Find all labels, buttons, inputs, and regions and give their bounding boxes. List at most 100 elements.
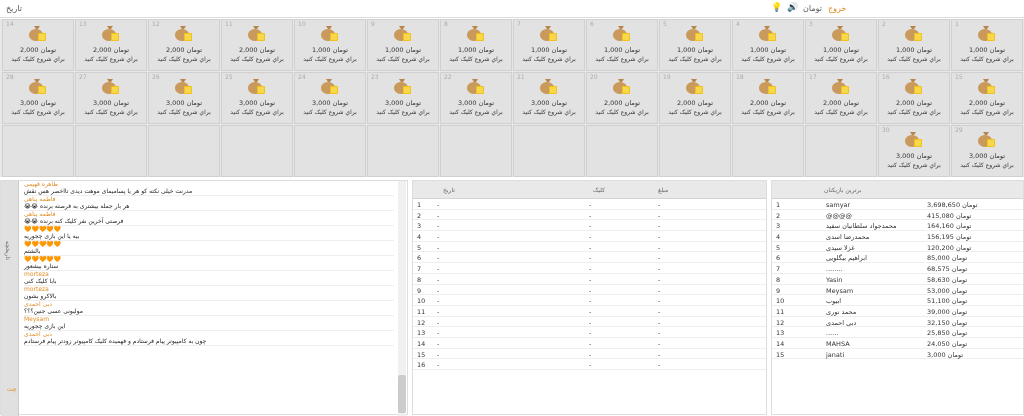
player-amount: تومان 58,630 [927, 275, 968, 284]
table-row: 2 - - - [413, 210, 766, 221]
chat-message: 🧡🧡🧡🧡🧡 بالشتم [21, 241, 397, 256]
player-name: غزلا سیدی [826, 243, 855, 252]
chat-author[interactable]: morteza [24, 271, 394, 278]
prize-cell[interactable]: 25 تومان 3,000 براي شروع كليک كنيد [221, 72, 293, 124]
chat-tab-label[interactable]: چت [7, 386, 17, 393]
chat-author[interactable]: 🧡🧡🧡🧡🧡 [24, 241, 394, 248]
chat-message: فاطمه پناهی 😭😭 هر بار جمله بیشتری به فرصت… [21, 196, 397, 211]
chat-author[interactable]: دبی احمدی [24, 331, 394, 338]
chat-author[interactable]: فاطمه پناهی [24, 211, 394, 218]
prize-cell[interactable]: 22 تومان 3,000 براي شروع كليک كنيد [440, 72, 512, 124]
player-name: janati [826, 350, 845, 359]
prize-cell[interactable]: 21 تومان 3,000 براي شروع كليک كنيد [513, 72, 585, 124]
history-tab-label[interactable]: تاریخچه [4, 241, 11, 260]
prize-cell[interactable]: 1 تومان 1,000 براي شروع كليک كنيد [951, 19, 1023, 71]
prize-cell[interactable]: 11 تومان 2,000 براي شروع كليک كنيد [221, 19, 293, 71]
money-bag-icon [246, 24, 266, 42]
prize-cell[interactable]: 18 تومان 2,000 براي شروع كليک كنيد [732, 72, 804, 124]
date-label[interactable]: تاریخ [6, 4, 22, 13]
prize-amount: تومان 3,000 [238, 99, 276, 107]
chat-author[interactable]: Meysam [24, 316, 394, 323]
leaderboard-row: 15 janati تومان 3,000 [772, 349, 1023, 360]
prize-cell[interactable]: 4 تومان 1,000 براي شروع كليک كنيد [732, 19, 804, 71]
row-date: - [437, 286, 440, 295]
prize-cell[interactable]: 14 تومان 2,000 براي شروع كليک كنيد [2, 19, 74, 71]
chat-side-tab[interactable]: تاریخچه چت [1, 181, 19, 416]
player-amount: تومان 3,000 [927, 350, 964, 359]
prize-cell[interactable]: 12 تومان 2,000 براي شروع كليک كنيد [148, 19, 220, 71]
prize-cell[interactable]: 15 تومان 2,000 براي شروع كليک كنيد [951, 72, 1023, 124]
prize-cell[interactable]: 6 تومان 1,000 براي شروع كليک كنيد [586, 19, 658, 71]
player-amount: تومان 32,150 [927, 318, 968, 327]
prize-cell[interactable]: 23 تومان 3,000 براي شروع كليک كنيد [367, 72, 439, 124]
rank-number: 7 [776, 265, 781, 274]
prize-cell[interactable]: 5 تومان 1,000 براي شروع كليک كنيد [659, 19, 731, 71]
row-date: - [437, 243, 440, 252]
chat-text: بالشتم [24, 248, 394, 256]
money-bag-icon [319, 77, 339, 95]
prize-amount: تومان 2,000 [968, 99, 1006, 107]
row-index: 5 [417, 243, 422, 252]
history-table-panel: تاریخ کلیک مبلغ 1---2---3---4---5---6---… [412, 180, 767, 415]
row-amount: - [658, 211, 661, 220]
prize-amount: تومان 2,000 [895, 99, 933, 107]
prize-cell[interactable]: 16 تومان 2,000 براي شروع كليک كنيد [878, 72, 950, 124]
player-name: samyar [826, 201, 851, 209]
prize-cell[interactable]: 27 تومان 3,000 براي شروع كليک كنيد [75, 72, 147, 124]
prize-cell[interactable]: 8 تومان 1,000 براي شروع كليک كنيد [440, 19, 512, 71]
chat-author[interactable]: فاطمه پناهی [24, 196, 394, 203]
prize-hint: براي شروع كليک كنيد [814, 56, 868, 63]
row-amount: - [658, 275, 661, 284]
money-bag-icon [27, 24, 47, 42]
user-name: تومان [803, 3, 822, 13]
row-index: 15 [417, 350, 426, 359]
money-bag-icon [465, 77, 485, 95]
prize-cell[interactable]: 20 تومان 2,000 براي شروع كليک كنيد [586, 72, 658, 124]
chat-author[interactable]: 🧡🧡🧡🧡🧡 [24, 256, 394, 263]
prize-cell[interactable]: 7 تومان 1,000 براي شروع كليک كنيد [513, 19, 585, 71]
leaderboard-row: 5 غزلا سیدی تومان 120,200 [772, 242, 1023, 253]
table-row: 4 - - - [413, 231, 766, 242]
prize-amount: تومان 2,000 [603, 99, 641, 107]
prize-hint: براي شروع كليک كنيد [522, 56, 576, 63]
row-amount: - [658, 361, 661, 370]
prize-cell[interactable]: 9 تومان 1,000 براي شروع كليک كنيد [367, 19, 439, 71]
player-amount: تومان 120,200 [927, 243, 972, 252]
prize-cell[interactable]: 26 تومان 3,000 براي شروع كليک كنيد [148, 72, 220, 124]
rank-number: 13 [776, 329, 785, 338]
prize-hint: براي شروع كليک كنيد [741, 56, 795, 63]
prize-amount: تومان 2,000 [676, 99, 714, 107]
prize-amount: تومان 3,000 [165, 99, 203, 107]
prize-cell[interactable]: 2 تومان 1,000 براي شروع كليک كنيد [878, 19, 950, 71]
table-row: 8 - - - [413, 274, 766, 285]
row-date: - [437, 254, 440, 263]
prize-hint: براي شروع كليک كنيد [449, 109, 503, 116]
money-bag-icon [173, 77, 193, 95]
chat-author[interactable]: طاهره فهیمی [24, 181, 394, 188]
prize-cell[interactable]: 10 تومان 1,000 براي شروع كليک كنيد [294, 19, 366, 71]
lightbulb-icon[interactable]: 💡 [771, 3, 782, 13]
speaker-icon[interactable]: 🔊 [787, 3, 798, 13]
money-bag-icon [611, 77, 631, 95]
chat-text: بیه یا این بازی چجوریه [24, 233, 394, 241]
exit-link[interactable]: خروج [828, 4, 846, 13]
row-index: 16 [417, 361, 426, 370]
chat-author[interactable]: morteza [24, 286, 394, 293]
prize-cell[interactable]: 3 تومان 1,000 براي شروع كليک كنيد [805, 19, 877, 71]
prize-number: 14 [6, 21, 14, 28]
prize-cell[interactable]: 19 تومان 2,000 براي شروع كليک كنيد [659, 72, 731, 124]
prize-cell[interactable]: 30 تومان 3,000 براي شروع كليک كنيد [878, 125, 950, 177]
row-amount: - [658, 222, 661, 231]
prize-hint: براي شروع كليک كنيد [84, 109, 138, 116]
row-date: - [437, 265, 440, 274]
chat-scrollbar-thumb[interactable] [398, 375, 406, 413]
prize-cell[interactable]: 17 تومان 2,000 براي شروع كليک كنيد [805, 72, 877, 124]
prize-cell[interactable]: 29 تومان 3,000 براي شروع كليک كنيد [951, 125, 1023, 177]
prize-cell[interactable]: 28 تومان 3,000 براي شروع كليک كنيد [2, 72, 74, 124]
chat-author[interactable]: 🧡🧡🧡🧡🧡 [24, 226, 394, 233]
rank-number: 2 [776, 211, 781, 220]
leaderboard-row: 1 samyar تومان 3,698,650 [772, 199, 1023, 210]
prize-cell[interactable]: 24 تومان 3,000 براي شروع كليک كنيد [294, 72, 366, 124]
prize-cell[interactable]: 13 تومان 2,000 براي شروع كليک كنيد [75, 19, 147, 71]
chat-author[interactable]: دبی احمدی [24, 301, 394, 308]
